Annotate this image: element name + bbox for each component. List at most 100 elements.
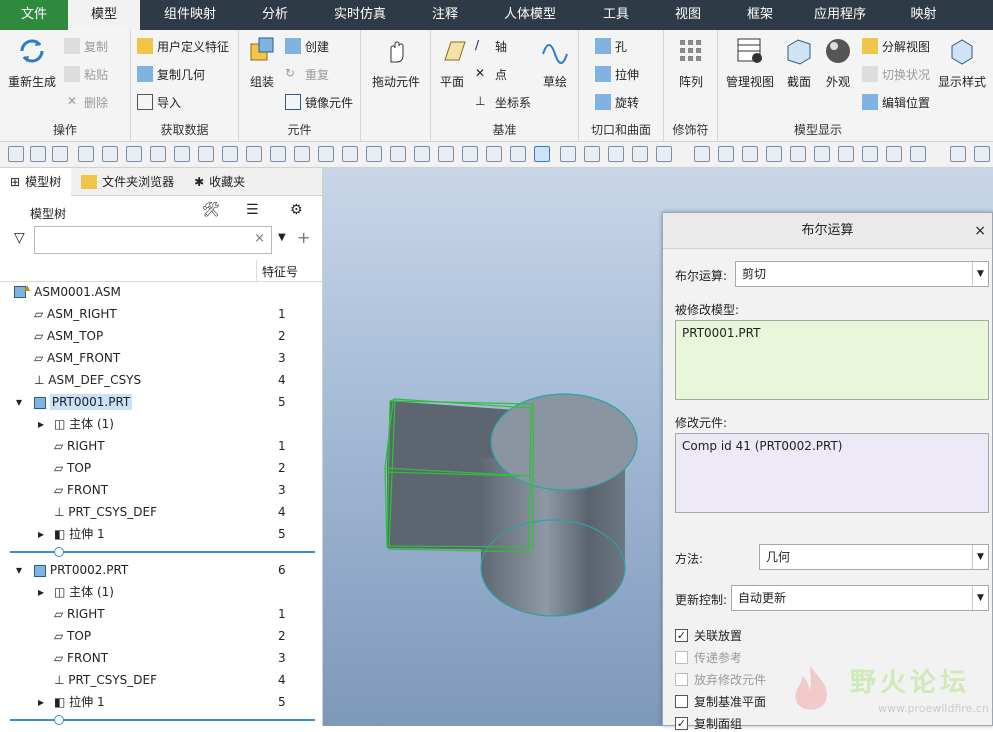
copy-geometry-button[interactable]: 复制几何 xyxy=(137,64,205,84)
menu-view[interactable]: 视图 xyxy=(652,0,724,30)
spline-icon[interactable] xyxy=(294,146,310,162)
copy-button[interactable]: 复制 xyxy=(64,36,108,56)
copy2-icon[interactable] xyxy=(766,146,782,162)
measure-icon[interactable] xyxy=(366,146,382,162)
assoc-placement-checkbox[interactable]: ✓ 关联放置 xyxy=(675,627,742,644)
import-button[interactable]: 导入 xyxy=(137,92,181,112)
display-style-button[interactable]: 显示样式 xyxy=(936,36,988,90)
filter-display-icon[interactable]: ⚙ xyxy=(290,202,303,218)
list-icon[interactable]: ☰ xyxy=(246,202,259,218)
tree-row[interactable]: ⊥ PRT_CSYS_DEF 4 xyxy=(0,501,322,523)
discard-comp-checkbox[interactable]: 放弃修改元件 xyxy=(675,671,766,688)
insert-indicator[interactable] xyxy=(10,715,315,725)
shape-icon[interactable] xyxy=(414,146,430,162)
tree-row[interactable]: ▱ ASM_FRONT 3 xyxy=(0,347,322,369)
extrude-button[interactable]: 拉伸 xyxy=(595,64,639,84)
drag-component-button[interactable]: 拖动元件 xyxy=(369,36,423,90)
op-select[interactable]: 剪切 ▼ xyxy=(735,261,989,287)
copy-tb-icon[interactable] xyxy=(390,146,406,162)
hole-button[interactable]: 孔 xyxy=(595,36,627,56)
regenerate-button[interactable]: 重新生成 xyxy=(6,36,58,90)
orient-icon[interactable] xyxy=(608,146,624,162)
window-icon[interactable] xyxy=(974,146,990,162)
expand-right-icon[interactable]: ▸ xyxy=(38,413,46,431)
mirror-component-button[interactable]: 镜像元件 xyxy=(285,92,353,112)
close-icon[interactable]: × xyxy=(974,213,986,249)
menu-file[interactable]: 文件 xyxy=(0,0,68,30)
save-icon[interactable] xyxy=(174,146,190,162)
tree-row[interactable]: ▸ ◧ 拉伸 15 xyxy=(0,523,322,545)
section-button[interactable]: 截面 xyxy=(782,36,816,90)
sketch-button[interactable]: 草绘 xyxy=(537,36,573,90)
tab-folder-browser[interactable]: 文件夹浏览器 xyxy=(71,168,184,196)
tree-row[interactable]: ▱ TOP 2 xyxy=(0,457,322,479)
modifying-comp-list[interactable]: Comp id 41 (PRT0002.PRT) xyxy=(675,433,989,513)
pass-ref-checkbox[interactable]: 传递参考 xyxy=(675,649,742,666)
insert-handle[interactable] xyxy=(54,715,64,725)
method-select[interactable]: 几何 ▼ xyxy=(759,544,989,570)
delete-button[interactable]: ✕ 删除 xyxy=(64,92,108,112)
menu-component-mapping[interactable]: 组件映射 xyxy=(140,0,240,30)
saveas-icon[interactable] xyxy=(198,146,214,162)
block-icon[interactable] xyxy=(462,146,478,162)
tree-row[interactable]: ▱ ASM_RIGHT 1 xyxy=(0,303,322,325)
tree-row[interactable]: ▱ RIGHT 1 xyxy=(0,435,322,457)
copy-facet-checkbox[interactable]: ✓ 复制面组 xyxy=(675,715,742,732)
menu-analysis[interactable]: 分析 xyxy=(240,0,310,30)
shade-icon[interactable] xyxy=(656,146,672,162)
axis-button[interactable]: / 轴 xyxy=(475,36,507,56)
sphere-icon[interactable] xyxy=(52,146,68,162)
modified-model-list[interactable]: PRT0001.PRT xyxy=(675,320,989,400)
tree-row[interactable]: ▱ ASM_TOP 2 xyxy=(0,325,322,347)
menu-annotate[interactable]: 注释 xyxy=(410,0,480,30)
arrow-icon[interactable] xyxy=(486,146,502,162)
line-icon[interactable] xyxy=(246,146,262,162)
expand-right-icon[interactable]: ▸ xyxy=(38,691,46,709)
dim-icon[interactable] xyxy=(886,146,902,162)
repeat-button[interactable]: ↻ 重复 xyxy=(285,64,329,84)
menu-human-model[interactable]: 人体模型 xyxy=(480,0,580,30)
tree-row[interactable]: ▲ ASM0001.ASM xyxy=(0,281,322,303)
menu-mapping[interactable]: 映射 xyxy=(884,0,963,30)
views-icon[interactable] xyxy=(632,146,648,162)
update-control-select[interactable]: 自动更新 ▼ xyxy=(731,585,989,611)
zoom-icon[interactable] xyxy=(560,146,576,162)
insert-indicator[interactable] xyxy=(10,547,315,557)
tab-favorites[interactable]: ✱ 收藏夹 xyxy=(184,168,255,196)
cube-icon[interactable] xyxy=(510,146,526,162)
measure2-icon[interactable] xyxy=(862,146,878,162)
tree-row-selected[interactable]: ▾ PRT0001.PRT 5 xyxy=(0,391,322,413)
tree-row[interactable]: ⊥ PRT_CSYS_DEF 4 xyxy=(0,669,322,691)
tree-search-input[interactable]: × xyxy=(34,226,272,254)
spin-icon[interactable] xyxy=(742,146,758,162)
appearance-button[interactable]: 外观 xyxy=(820,36,856,90)
copy-datum-checkbox[interactable]: 复制基准平面 xyxy=(675,693,766,710)
expand-right-icon[interactable]: ▸ xyxy=(38,581,46,599)
menu-frame[interactable]: 框架 xyxy=(724,0,796,30)
toggle-state-button[interactable]: 切换状况 xyxy=(862,64,930,84)
cube-selected-icon[interactable] xyxy=(534,146,550,162)
menu-applications[interactable]: 应用程序 xyxy=(796,0,884,30)
regen-icon[interactable] xyxy=(222,146,238,162)
insert-handle[interactable] xyxy=(54,547,64,557)
layers-icon[interactable] xyxy=(438,146,454,162)
expand-down-icon[interactable]: ▾ xyxy=(16,391,24,409)
edit-position-button[interactable]: 编辑位置 xyxy=(862,92,930,112)
tree-row[interactable]: ▱ TOP 2 xyxy=(0,625,322,647)
tree-row[interactable]: ▸ ◧ 拉伸 15 xyxy=(0,691,322,713)
create-button[interactable]: 创建 xyxy=(285,36,329,56)
expand-right-icon[interactable]: ▸ xyxy=(38,523,46,541)
triangle-icon[interactable] xyxy=(814,146,830,162)
new-icon[interactable] xyxy=(8,146,24,162)
open-icon[interactable] xyxy=(30,146,46,162)
udf-button[interactable]: 用户定义特征 xyxy=(137,36,229,56)
origin-icon[interactable] xyxy=(838,146,854,162)
tree-row[interactable]: ▱ FRONT 3 xyxy=(0,647,322,669)
manage-views-button[interactable]: 管理视图 xyxy=(722,36,778,90)
menu-tools[interactable]: 工具 xyxy=(580,0,652,30)
settings-tool-icon[interactable]: 🛠 xyxy=(202,202,220,218)
tree-row[interactable]: ▾ PRT0002.PRT 6 xyxy=(0,559,322,581)
circle-icon[interactable] xyxy=(150,146,166,162)
datum-display-icon[interactable] xyxy=(694,146,710,162)
array-button[interactable]: 阵列 xyxy=(670,36,712,90)
